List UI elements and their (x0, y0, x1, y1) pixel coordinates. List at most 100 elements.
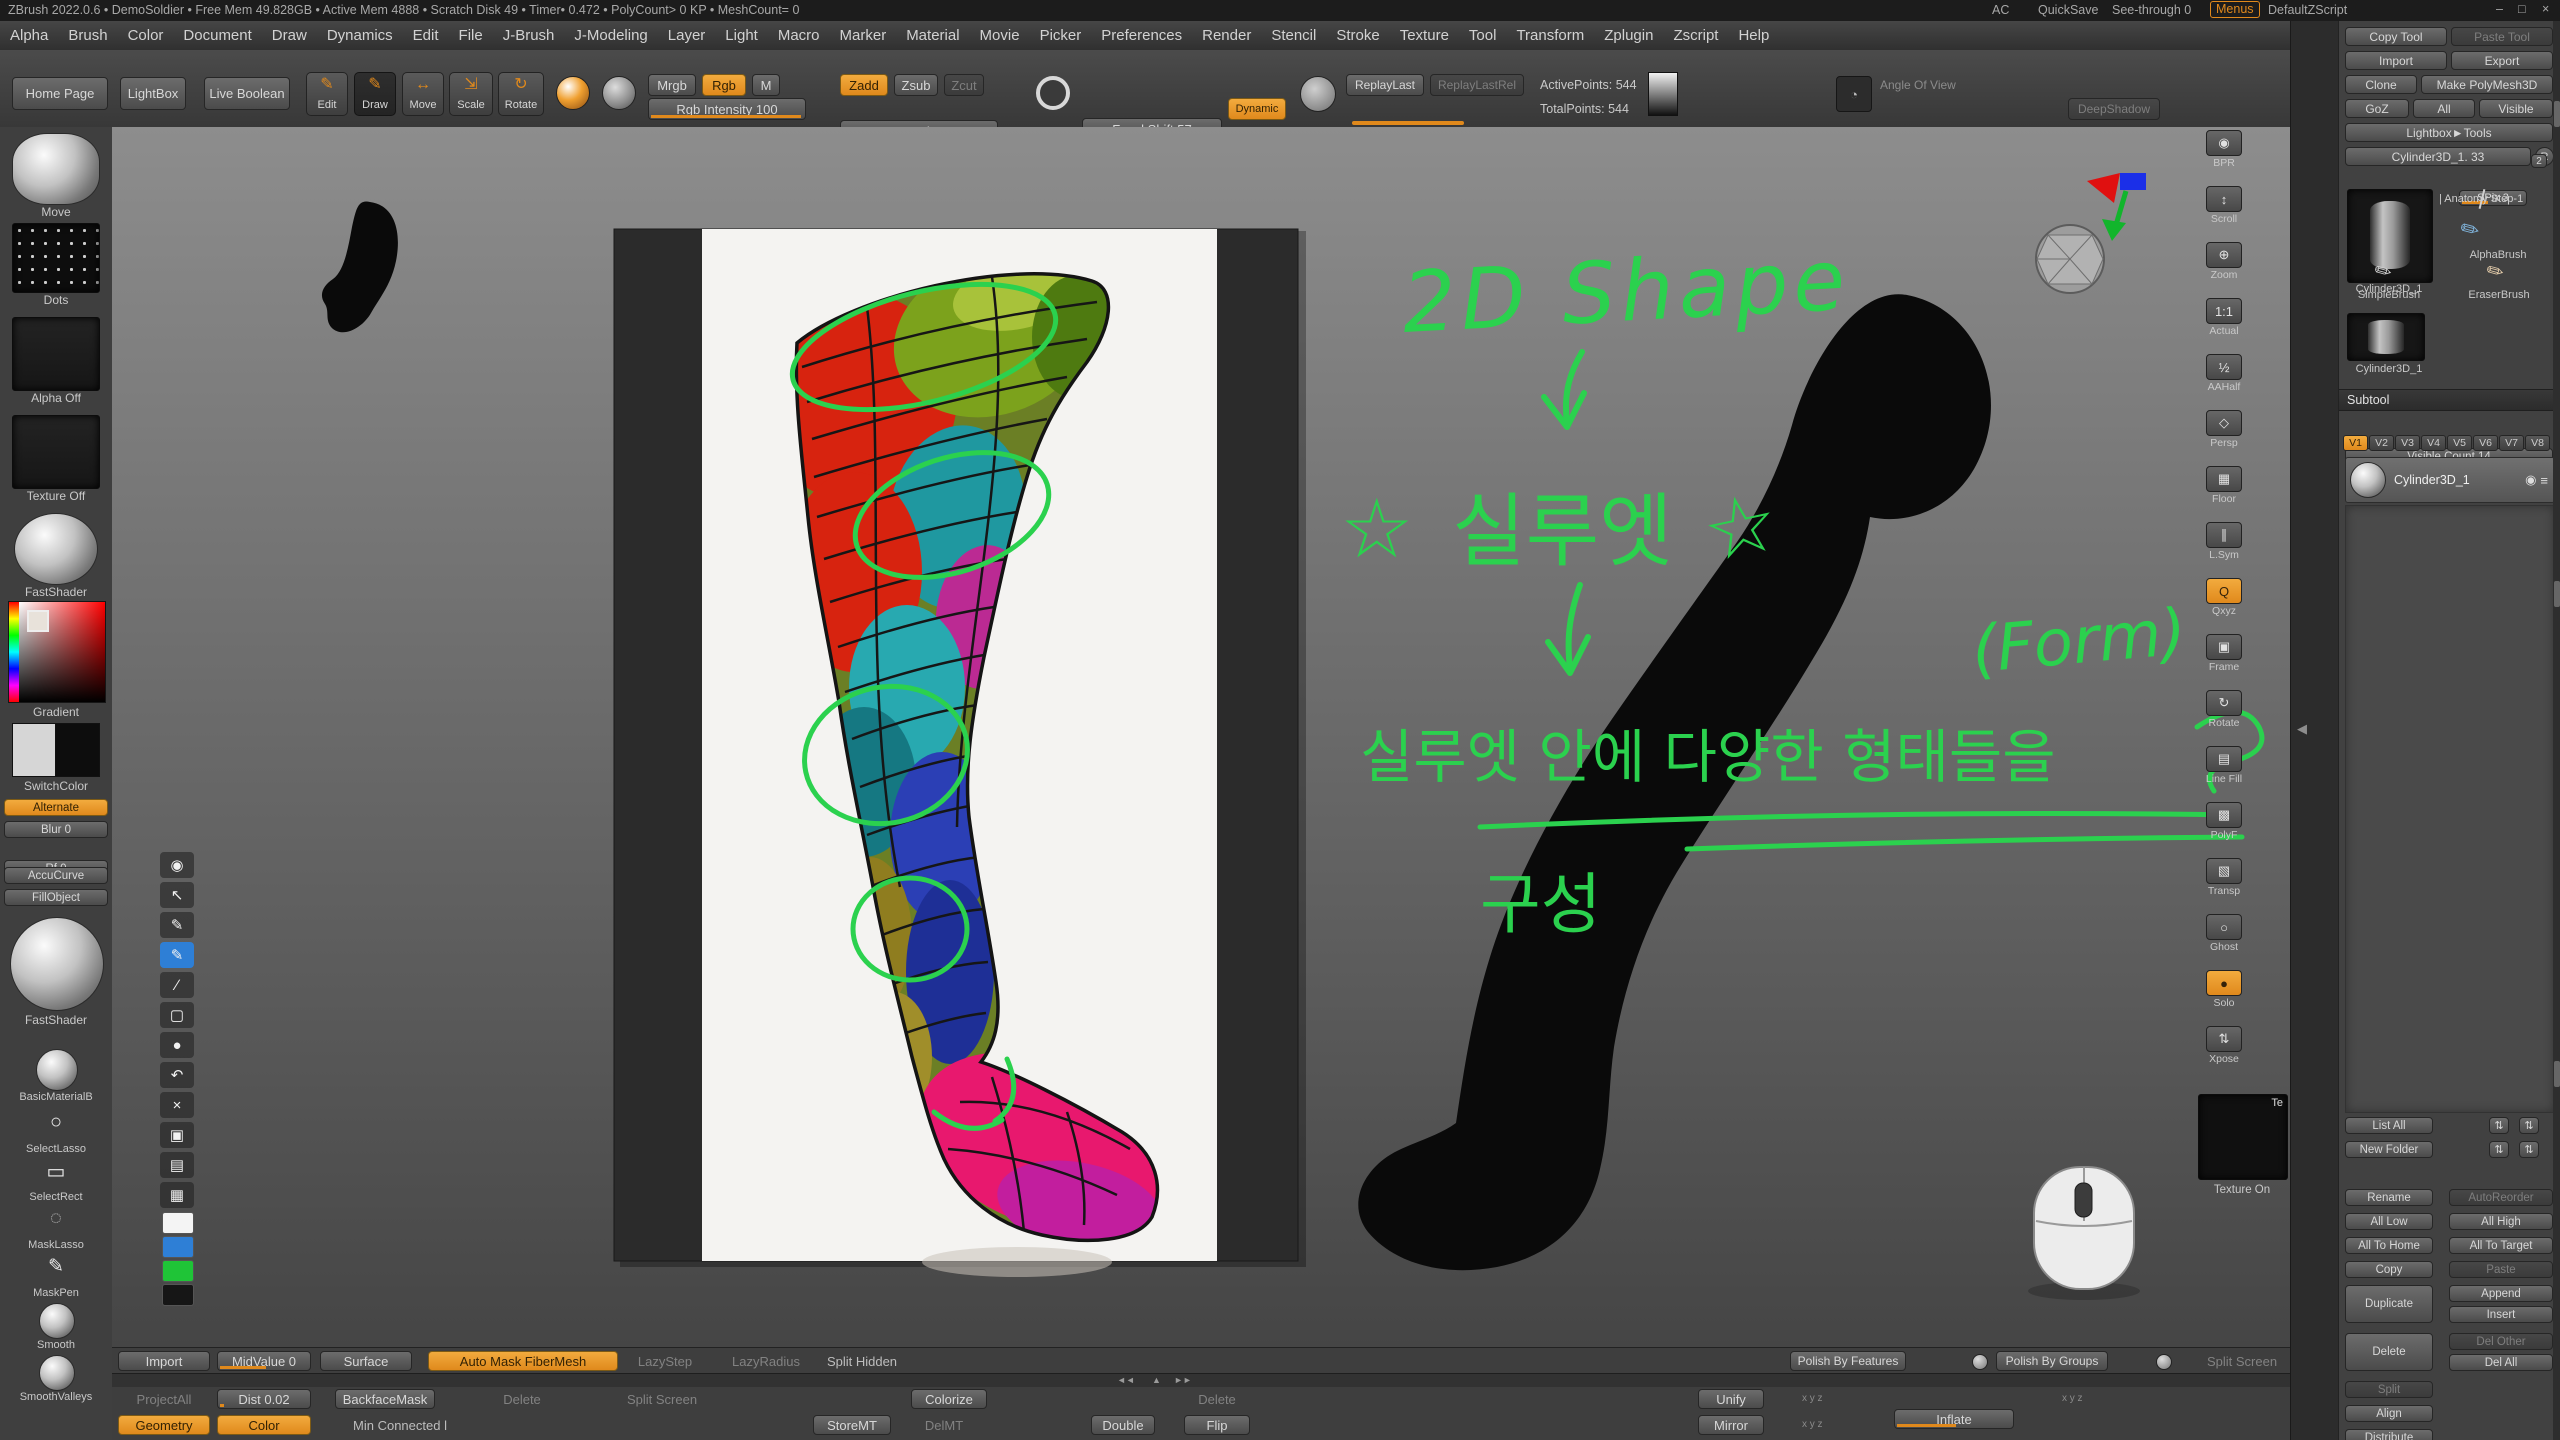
aahalf-button[interactable]: ½AAHalf (2202, 354, 2246, 396)
zsub-button[interactable]: Zsub (894, 74, 938, 96)
menus-toggle[interactable]: Menus (2210, 1, 2260, 18)
tab-v8[interactable]: V8 (2525, 435, 2550, 451)
move-mode-button[interactable]: ↔ Move (402, 72, 444, 116)
annotation-line-icon[interactable]: ∕ (160, 972, 194, 998)
tab-v2[interactable]: V2 (2369, 435, 2394, 451)
all-to-home-button[interactable]: All To Home (2345, 1237, 2433, 1254)
material2-thumb[interactable] (10, 917, 104, 1011)
annotation-color-green[interactable] (162, 1260, 194, 1282)
previous-tool-thumb[interactable] (2347, 313, 2425, 361)
tab-v6[interactable]: V6 (2473, 435, 2498, 451)
colorize-button[interactable]: Colorize (911, 1389, 987, 1409)
persp-button[interactable]: ◇Persp (2202, 410, 2246, 452)
unify-xyz-toggles[interactable]: x y z (1802, 1393, 1823, 1404)
split-screen-button-2[interactable]: Split Screen (620, 1389, 704, 1409)
goz-visible-button[interactable]: Visible (2479, 99, 2553, 118)
delmt-button[interactable]: DelMT (911, 1415, 977, 1435)
anatomy-step-label[interactable]: | Anatomy Step-1 (2439, 193, 2557, 205)
menu-render[interactable]: Render (1192, 21, 1261, 50)
annotation-eye-icon[interactable]: ◉ (160, 852, 194, 878)
paint-sphere-icon[interactable] (556, 76, 590, 110)
replay-last-rel-button[interactable]: ReplayLastRel (1430, 74, 1524, 96)
double-button[interactable]: Double (1091, 1415, 1155, 1435)
annotation-color-black[interactable] (162, 1284, 194, 1306)
tab-v3[interactable]: V3 (2395, 435, 2420, 451)
alpha-slot-thumb[interactable] (12, 317, 100, 391)
annotation-clear-icon[interactable]: × (160, 1092, 194, 1118)
annotation-cursor-icon[interactable]: ↖ (160, 882, 194, 908)
min-connected-slider[interactable]: Min Connected l (335, 1415, 465, 1435)
xpose-button[interactable]: ⇅Xpose (2202, 1026, 2246, 1068)
menu-macro[interactable]: Macro (768, 21, 830, 50)
tray-divider[interactable]: ◀ (2290, 21, 2339, 1440)
surface-button[interactable]: Surface (320, 1351, 412, 1371)
color-tab-button[interactable]: Color (217, 1415, 311, 1435)
copy-tool-button[interactable]: Copy Tool (2345, 27, 2447, 46)
zadd-button[interactable]: Zadd (840, 74, 888, 96)
basic-material-thumb[interactable] (36, 1049, 78, 1091)
gravity-alpha-thumb[interactable] (1648, 72, 1678, 116)
mrgb-button[interactable]: Mrgb (648, 74, 696, 96)
tab-v4[interactable]: V4 (2421, 435, 2446, 451)
subtool-list-icon[interactable]: ≡ (2540, 473, 2548, 488)
see-through-slider[interactable]: See-through 0 (2112, 3, 2191, 17)
globe-icon[interactable] (602, 76, 636, 110)
window-maximize-button[interactable]: □ (2518, 2, 2526, 16)
secondary-color-swatch[interactable] (55, 723, 100, 777)
polish-groups-toggle[interactable] (2156, 1354, 2172, 1370)
menu-alpha[interactable]: Alpha (0, 21, 58, 50)
make-polymesh3d-button[interactable]: Make PolyMesh3D (2421, 75, 2553, 94)
spix-badge[interactable]: 2 (2531, 154, 2547, 168)
alpha-brush-icon[interactable]: ✎ (2456, 214, 2485, 246)
unify-button[interactable]: Unify (1698, 1389, 1764, 1409)
rotate-view-button[interactable]: ↻Rotate (2202, 690, 2246, 732)
menu-stencil[interactable]: Stencil (1261, 21, 1326, 50)
annotation-board-icon[interactable]: ▦ (160, 1182, 194, 1208)
distribute-button[interactable]: Distribute (2345, 1429, 2433, 1440)
tray-nav-up[interactable]: ▲ (1152, 1375, 1161, 1385)
duplicate-button[interactable]: Duplicate (2345, 1285, 2433, 1323)
menu-dynamics[interactable]: Dynamics (317, 21, 403, 50)
rotate-mode-button[interactable]: ↻ Rotate (498, 72, 544, 116)
all-low-button[interactable]: All Low (2345, 1213, 2433, 1230)
accucurve-button[interactable]: AccuCurve (4, 867, 108, 884)
actual-button[interactable]: 1:1Actual (2202, 298, 2246, 340)
goz-all-button[interactable]: All (2413, 99, 2475, 118)
subtool-list-area[interactable] (2345, 505, 2555, 1113)
inflate-xyz-toggles[interactable]: x y z (2062, 1393, 2083, 1404)
menu-jmodeling[interactable]: J-Modeling (564, 21, 657, 50)
subtool-list-item[interactable]: Cylinder3D_1 ◉ ≡ (2345, 457, 2555, 503)
color-picker[interactable] (8, 601, 106, 703)
menu-brush[interactable]: Brush (58, 21, 117, 50)
main-color-swatch[interactable] (12, 723, 57, 777)
auto-mask-fibermesh-button[interactable]: Auto Mask FiberMesh (428, 1351, 618, 1371)
window-minimize-button[interactable]: – (2496, 2, 2503, 16)
annotation-pen-icon[interactable]: ✎ (160, 912, 194, 938)
rgb-button[interactable]: Rgb (702, 74, 746, 96)
tab-v1[interactable]: V1 (2343, 435, 2368, 451)
lazyradius-slider[interactable]: LazyRadius (724, 1351, 808, 1371)
menu-marker[interactable]: Marker (830, 21, 897, 50)
scrollbar-mark-3[interactable] (2554, 1061, 2560, 1087)
geometry-tab-button[interactable]: Geometry (118, 1415, 210, 1435)
list-all-button[interactable]: List All (2345, 1117, 2433, 1134)
scale-mode-button[interactable]: ⇲ Scale (449, 72, 493, 116)
shelf-scroll-indicator[interactable] (1352, 121, 1464, 125)
live-boolean-button[interactable]: Live Boolean (204, 77, 290, 110)
delete-row2-button[interactable]: Delete (487, 1389, 557, 1409)
texture-on-thumb[interactable]: Te (2198, 1094, 2288, 1180)
polish-features-toggle[interactable] (1972, 1354, 1988, 1370)
smooth-valleys-thumb[interactable] (39, 1355, 75, 1391)
rename-button[interactable]: Rename (2345, 1189, 2433, 1206)
scrollbar-mark-2[interactable] (2554, 581, 2560, 607)
storemt-button[interactable]: StoreMT (813, 1415, 891, 1435)
tray-nav-left[interactable]: ◄◄ (1117, 1375, 1135, 1385)
annotation-color-blue[interactable] (162, 1236, 194, 1258)
current-brush-thumb[interactable] (12, 133, 100, 205)
qxyz-button[interactable]: QQxyz (2202, 578, 2246, 620)
append-button[interactable]: Append (2449, 1285, 2553, 1302)
menu-zplugin[interactable]: Zplugin (1594, 21, 1663, 50)
floor-button[interactable]: ▦Floor (2202, 466, 2246, 508)
clone-button[interactable]: Clone (2345, 75, 2417, 94)
stroke-ring-icon[interactable] (1300, 76, 1336, 112)
